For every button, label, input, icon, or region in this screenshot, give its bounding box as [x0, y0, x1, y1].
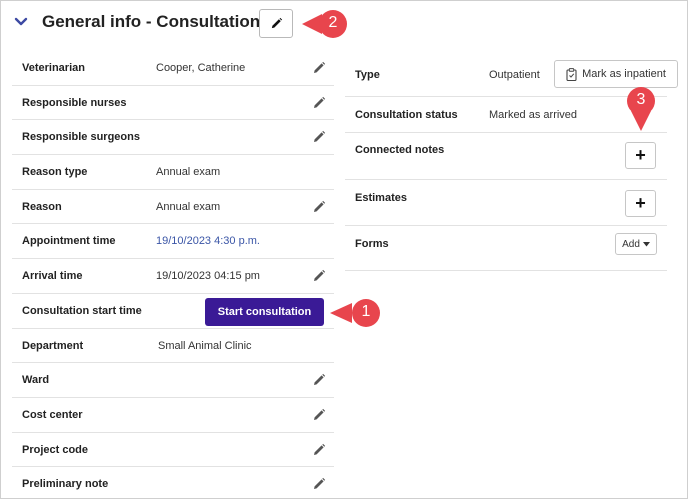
field-label: Cost center: [22, 408, 83, 421]
add-form-dropdown[interactable]: Add: [615, 233, 657, 255]
field-label: Consultation start time: [22, 304, 142, 317]
row-responsible-nurses: Responsible nurses: [12, 86, 334, 121]
plus-icon: +: [635, 145, 646, 165]
pencil-icon[interactable]: [312, 443, 326, 457]
field-value: Outpatient: [489, 69, 540, 81]
field-value: Small Animal Clinic: [158, 339, 252, 352]
row-reason-type: Reason type Annual exam: [12, 155, 334, 190]
field-label: Reason type: [22, 166, 88, 179]
field-label: Veterinarian: [22, 62, 85, 74]
caret-down-icon: [642, 241, 650, 246]
add-estimate-button[interactable]: +: [625, 190, 656, 217]
row-reason: Reason Annual exam: [12, 190, 334, 225]
pencil-icon[interactable]: [312, 200, 326, 214]
field-label: Responsible nurses: [22, 96, 127, 109]
callout-1: 1: [330, 298, 380, 327]
field-label: Department: [22, 339, 84, 352]
field-label: Ward: [22, 374, 50, 387]
row-department: Department Small Animal Clinic: [12, 329, 334, 364]
field-label: Type: [355, 69, 380, 81]
pencil-icon[interactable]: [312, 269, 326, 283]
field-label: Project code: [22, 443, 89, 456]
field-label: Connected notes: [355, 144, 445, 156]
pencil-icon[interactable]: [312, 96, 326, 110]
row-appointment-time: Appointment time 19/10/2023 4:30 p.m.: [12, 224, 334, 260]
field-label: Arrival time: [22, 270, 83, 283]
mark-as-inpatient-label: Mark as inpatient: [582, 68, 666, 80]
row-type: Type Outpatient Mark as inpatient: [345, 56, 678, 97]
pencil-icon[interactable]: [312, 373, 326, 387]
pencil-icon[interactable]: [312, 61, 326, 75]
field-label: Reason: [22, 200, 62, 213]
add-label: Add: [622, 238, 640, 250]
row-project-code: Project code: [12, 433, 334, 468]
clipboard-icon: [566, 67, 577, 81]
field-value: 19/10/2023 04:15 pm: [156, 270, 260, 283]
edit-section-button[interactable]: [259, 9, 293, 38]
mark-as-inpatient-button[interactable]: Mark as inpatient: [554, 60, 678, 88]
field-value: Cooper, Catherine: [156, 62, 246, 74]
field-label: Forms: [355, 238, 389, 250]
pencil-icon: [271, 17, 282, 29]
pencil-icon[interactable]: [312, 408, 326, 422]
row-cost-center: Cost center: [12, 398, 334, 433]
row-preliminary-note: Preliminary note: [12, 467, 334, 499]
field-value: Annual exam: [156, 200, 221, 213]
pencil-icon[interactable]: [312, 477, 326, 491]
general-info-left-table: Veterinarian Cooper, Catherine Responsib…: [12, 51, 334, 499]
section-header: General info - Consultation 2: [0, 0, 688, 48]
row-veterinarian: Veterinarian Cooper, Catherine: [12, 51, 334, 86]
field-label: Consultation status: [355, 109, 458, 121]
general-info-right-table: Type Outpatient Mark as inpatient Consul…: [345, 56, 678, 271]
row-connected-notes: Connected notes +: [345, 133, 667, 180]
row-arrival-time: Arrival time 19/10/2023 04:15 pm: [12, 259, 334, 294]
row-estimates: Estimates +: [345, 180, 667, 226]
field-value: Marked as arrived: [489, 109, 578, 121]
field-value: Annual exam: [156, 166, 221, 179]
row-ward: Ward: [12, 363, 334, 398]
row-responsible-surgeons: Responsible surgeons: [12, 120, 334, 156]
add-connected-note-button[interactable]: +: [625, 142, 656, 169]
field-label: Estimates: [355, 192, 407, 204]
callout-2: 2: [302, 9, 347, 38]
row-forms: Forms Add: [345, 226, 667, 271]
field-label: Preliminary note: [22, 478, 109, 491]
appointment-time-link[interactable]: 19/10/2023 4:30 p.m.: [156, 235, 260, 247]
section-title: General info - Consultation: [42, 12, 261, 31]
start-consultation-button[interactable]: Start consultation: [205, 297, 324, 326]
row-consultation-start-time: Consultation start time Start consultati…: [12, 294, 334, 329]
field-label: Appointment time: [22, 235, 116, 248]
callout-3: 3: [625, 87, 657, 133]
plus-icon: +: [635, 193, 646, 213]
chevron-down-icon[interactable]: [14, 16, 28, 28]
pencil-icon[interactable]: [312, 130, 326, 144]
row-consultation-status: Consultation status Marked as arrived: [345, 97, 667, 133]
field-label: Responsible surgeons: [22, 131, 140, 144]
